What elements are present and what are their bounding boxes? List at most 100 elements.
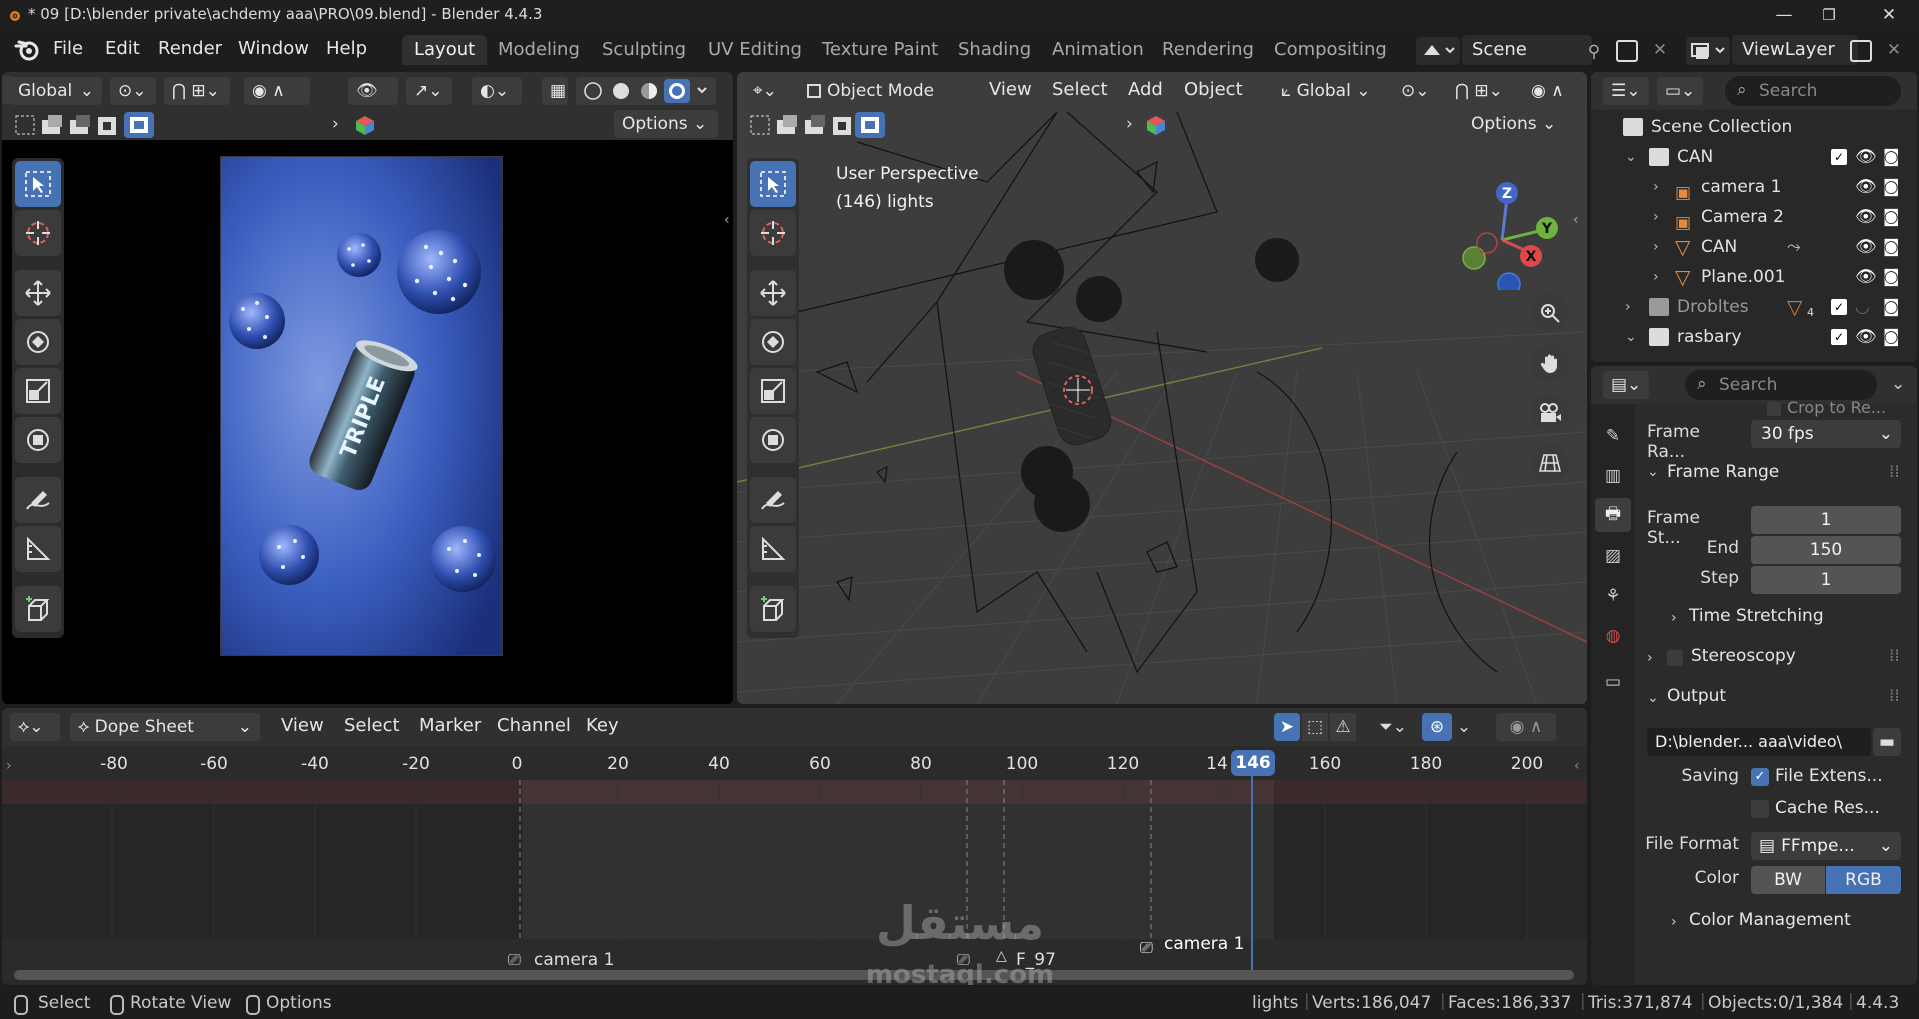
visibility-icon[interactable]: 👁⌄ xyxy=(348,77,398,129)
tab-layout[interactable]: Layout xyxy=(402,35,488,65)
drag-handle-icon[interactable]: ⁞⁞ xyxy=(1889,646,1900,666)
sidebar-toggle-left[interactable]: ‹ xyxy=(724,212,730,228)
properties-search-input[interactable]: Search xyxy=(1685,370,1877,400)
time-stretching-title[interactable]: Time Stretching xyxy=(1689,606,1824,626)
frame-rate-dropdown[interactable]: 30 fps ⌄ xyxy=(1751,420,1901,448)
menu-edit[interactable]: Edit xyxy=(105,38,140,59)
horizontal-scrollbar[interactable] xyxy=(14,970,1574,980)
delete-scene-icon[interactable]: ✕ xyxy=(1648,38,1672,62)
chevron-right-icon[interactable]: › xyxy=(1653,172,1659,202)
frame-range-title[interactable]: Frame Range xyxy=(1667,462,1779,482)
checkbox-icon[interactable]: ✓ xyxy=(1831,329,1847,345)
tab-texture-paint[interactable]: Texture Paint xyxy=(810,35,950,65)
gizmo-cube-icon[interactable] xyxy=(354,114,376,136)
viewport-transform-tool[interactable] xyxy=(750,417,796,463)
tool-tab-icon[interactable]: ✎ xyxy=(1599,422,1627,450)
outliner-row-camera-1[interactable]: › ▣ camera 1 👁 ◙ xyxy=(1591,172,1917,203)
outliner-editor-type-icon[interactable]: ☰⌄ xyxy=(1603,77,1649,105)
dopesheet-menu-marker[interactable]: Marker xyxy=(419,715,481,736)
measure-tool[interactable] xyxy=(15,526,61,572)
outliner-row-camera-2[interactable]: › ▣ Camera 2 👁 ◙ xyxy=(1591,202,1917,233)
frame-step-field[interactable]: 1 xyxy=(1751,566,1901,594)
cache-result-checkbox[interactable] xyxy=(1751,800,1769,818)
snap-chevron-icon[interactable]: ⌄ xyxy=(1454,713,1474,741)
properties-options-chevron-icon[interactable]: ⌄ xyxy=(1891,374,1905,394)
overlay-icon[interactable]: ◐⌄ xyxy=(472,77,522,105)
options-dropdown-left[interactable]: Options ⌄ xyxy=(614,110,718,138)
viewport-select-mode-icons[interactable] xyxy=(747,112,887,138)
chevron-down-icon[interactable]: ⌄ xyxy=(1625,142,1637,172)
tab-uv-editing[interactable]: UV Editing xyxy=(696,35,814,65)
chevron-right-icon[interactable]: › xyxy=(1671,610,1677,626)
marker-camera-icon[interactable]: ⎚ xyxy=(1140,938,1153,958)
menu-window[interactable]: Window xyxy=(238,38,309,59)
menu-render[interactable]: Render xyxy=(158,38,222,59)
viewport-cursor-tool[interactable] xyxy=(750,210,796,256)
proportional-edit-icon[interactable]: ◉ ∧ xyxy=(244,77,310,105)
select-box-tool[interactable] xyxy=(15,161,61,207)
viewport-menu-add[interactable]: Add xyxy=(1128,79,1163,100)
viewport-proportional-icon[interactable]: ◉ ∧ xyxy=(1523,77,1583,105)
outliner-row-scene-collection[interactable]: Scene Collection xyxy=(1591,112,1917,142)
annotate-tool[interactable] xyxy=(15,477,61,523)
marker-camera-icon[interactable]: ⎚ xyxy=(508,950,521,970)
only-selected-icon[interactable]: ➤ xyxy=(1274,713,1300,741)
close-button[interactable]: ✕ xyxy=(1864,2,1914,28)
viewport-rotate-tool[interactable] xyxy=(750,319,796,365)
view-layer-field[interactable]: ViewLayer xyxy=(1732,35,1858,65)
camera-render-icon[interactable]: ◙ xyxy=(1883,292,1900,322)
outliner-row-rasbary[interactable]: ⌄ rasbary ✓ 👁 ◙ xyxy=(1591,322,1917,352)
rotate-tool[interactable] xyxy=(15,319,61,365)
chevron-right-icon[interactable]: › xyxy=(1653,232,1659,262)
chevron-right-icon[interactable]: › xyxy=(1653,202,1659,232)
filter-icon[interactable]: ⏷⌄ xyxy=(1370,713,1416,741)
dopesheet-menu-key[interactable]: Key xyxy=(586,715,619,736)
move-tool[interactable] xyxy=(15,270,61,316)
chevron-right-icon[interactable]: › xyxy=(332,114,339,134)
new-scene-icon[interactable] xyxy=(1616,40,1638,62)
sidebar-toggle-viewport[interactable]: ‹ xyxy=(1573,212,1579,228)
camera-view-icon[interactable] xyxy=(1531,394,1569,432)
viewport-annotate-tool[interactable] xyxy=(750,477,796,523)
chevron-right-icon[interactable]: › xyxy=(1625,292,1631,322)
tab-animation[interactable]: Animation xyxy=(1040,35,1156,65)
scale-tool[interactable] xyxy=(15,368,61,414)
dope-sheet[interactable]: ⟡⌄ ⟡ Dope Sheet ⌄ View Select Marker Chan… xyxy=(2,708,1587,985)
scene-name-field[interactable]: Scene xyxy=(1462,35,1592,65)
marker-label[interactable]: camera 1 xyxy=(1164,934,1244,954)
viewport-move-tool[interactable] xyxy=(750,270,796,316)
current-frame-indicator[interactable]: 146 xyxy=(1231,750,1275,776)
tab-compositing[interactable]: Compositing xyxy=(1262,35,1399,65)
eye-closed-icon[interactable]: ◡ xyxy=(1855,292,1870,322)
gizmo-icon[interactable]: ↗⌄ xyxy=(406,77,452,105)
viewport-measure-tool[interactable] xyxy=(750,526,796,572)
output-title[interactable]: Output xyxy=(1667,686,1726,706)
menu-help[interactable]: Help xyxy=(326,38,367,59)
pan-hand-icon[interactable] xyxy=(1531,344,1569,382)
viewport-chevron-right-icon[interactable]: › xyxy=(1126,114,1133,134)
drag-handle-icon[interactable]: ⁞⁞ xyxy=(1889,686,1900,706)
output-path-input[interactable]: D:\blender... aaa\video\ xyxy=(1647,728,1871,756)
chevron-right-icon[interactable]: › xyxy=(1647,650,1653,666)
orientation-dropdown[interactable]: Global ⌄ xyxy=(10,77,102,105)
eye-icon[interactable]: 👁 xyxy=(1855,262,1877,292)
output-tab-icon[interactable]: 🖶 xyxy=(1595,498,1631,532)
checkbox-icon[interactable]: ✓ xyxy=(1831,299,1847,315)
properties-editor-type-icon[interactable]: ▤⌄ xyxy=(1603,371,1649,399)
dopesheet-proportional-icon[interactable]: ◉ ∧ xyxy=(1496,713,1556,741)
eye-icon[interactable]: 👁 xyxy=(1855,232,1877,262)
stereoscopy-title[interactable]: Stereoscopy xyxy=(1691,646,1796,666)
camera-render-icon[interactable]: ◙ xyxy=(1883,232,1900,262)
frame-start-field[interactable]: 1 xyxy=(1751,506,1901,534)
scene-selector-icon[interactable] xyxy=(1416,37,1460,65)
view-layer-icon[interactable] xyxy=(1686,37,1730,65)
viewport-options-dropdown[interactable]: Options ⌄ xyxy=(1463,110,1567,138)
chevron-down-icon[interactable]: ⌄ xyxy=(1625,322,1637,352)
camera-render-icon[interactable]: ◙ xyxy=(1883,202,1900,232)
menu-file[interactable]: File xyxy=(53,38,83,59)
tab-sculpting[interactable]: Sculpting xyxy=(590,35,698,65)
dopesheet-editor-type-icon[interactable]: ⟡⌄ xyxy=(10,713,60,741)
camera-render-icon[interactable]: ◙ xyxy=(1883,142,1900,172)
snap-icon[interactable]: ⋂ ⊞⌄ xyxy=(164,77,230,105)
viewport-gizmo-cube-icon[interactable] xyxy=(1145,114,1167,136)
